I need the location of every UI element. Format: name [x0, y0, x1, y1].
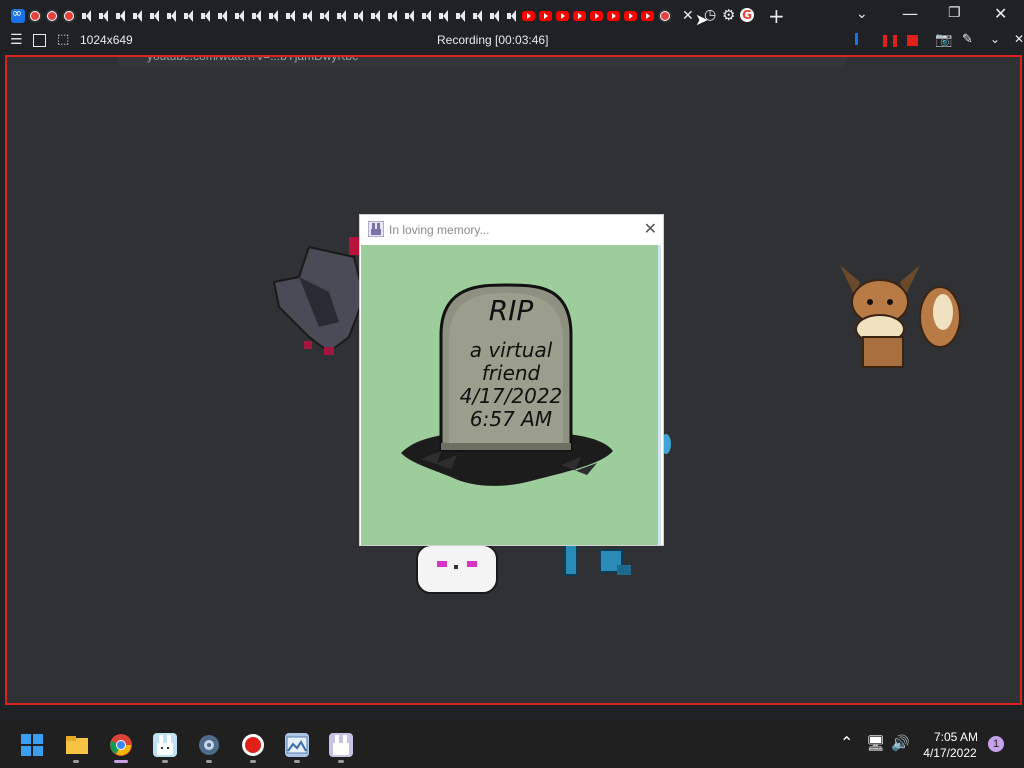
tab-audio-icon[interactable]: [473, 9, 487, 23]
tab-audio-icon[interactable]: [286, 9, 300, 23]
tab-youtube-icon[interactable]: [539, 11, 552, 21]
blue-creature-sprite: [564, 545, 631, 576]
notification-badge[interactable]: 1: [988, 736, 1004, 752]
minimize-icon[interactable]: —: [902, 4, 918, 23]
tab-youtube-icon[interactable]: [641, 11, 654, 21]
chrome-icon[interactable]: [109, 733, 133, 757]
tab-audio-icon[interactable]: [235, 9, 249, 23]
dark-fox-sprite: [272, 237, 366, 355]
epitaph-line-2: friend: [481, 361, 541, 385]
tab-youtube-icon[interactable]: [522, 11, 535, 21]
taskbar-running-indicator: [162, 760, 168, 763]
more-chevron-icon[interactable]: ⌄: [990, 32, 1000, 46]
settings-icon[interactable]: [197, 733, 221, 757]
tab-audio-icon[interactable]: [490, 9, 504, 23]
memorial-canvas: RIP a virtual friend 4/17/2022 6:57 AM: [361, 245, 661, 545]
taskbar-running-indicator: [338, 760, 344, 763]
tab-favicon-record[interactable]: [62, 9, 76, 23]
tab-audio-icon[interactable]: [456, 9, 470, 23]
tab-audio-icon[interactable]: [269, 9, 283, 23]
taskbar-active-indicator: [114, 760, 128, 763]
tab-audio-icon[interactable]: [405, 9, 419, 23]
tab-favicon-record[interactable]: [28, 9, 42, 23]
epitaph-line-1: a virtual: [469, 338, 553, 362]
popup-title: In loving memory...: [389, 223, 490, 237]
memorial-popup-window[interactable]: In loving memory... ✕ RIP a virtual frie…: [359, 214, 664, 546]
tray-chevron-up-icon[interactable]: ⌃: [840, 733, 853, 752]
tab-favicon-blue[interactable]: [11, 6, 25, 23]
tab-audio-icon[interactable]: [439, 9, 453, 23]
file-explorer-icon[interactable]: [65, 733, 89, 757]
address-bar: youtube.com/watch?v=...bYjamDwyKbc: [117, 57, 847, 67]
tab-youtube-icon[interactable]: [556, 11, 569, 21]
window-close-icon[interactable]: ✕: [994, 4, 1007, 23]
tab-favicon-record[interactable]: [45, 9, 59, 23]
new-tab-icon[interactable]: +: [768, 4, 785, 28]
tab-audio-icon[interactable]: [116, 9, 130, 23]
tab-close-icon[interactable]: ✕: [682, 8, 694, 24]
tab-audio-icon[interactable]: [133, 9, 147, 23]
tab-audio-icon[interactable]: [337, 9, 351, 23]
browser-tab-strip: ✕ ◷ ⚙ G + ⌄ — ❐ ✕ ➤: [0, 0, 1024, 32]
tab-youtube-icon[interactable]: [590, 11, 603, 21]
tab-audio-icon[interactable]: [354, 9, 368, 23]
google-icon[interactable]: G: [740, 8, 754, 22]
pause-icon[interactable]: ❚❚: [880, 33, 900, 47]
taskbar-running-indicator: [206, 760, 212, 763]
chevron-down-icon[interactable]: ⌄: [856, 6, 868, 22]
crop-zoom-icon[interactable]: ⬚: [57, 32, 69, 47]
tab-youtube-icon[interactable]: [573, 11, 586, 21]
start-icon[interactable]: [20, 733, 44, 757]
close-recorder-icon[interactable]: ✕: [1014, 32, 1024, 46]
white-blob-sprite: [416, 545, 498, 594]
tab-youtube-icon[interactable]: [607, 11, 620, 21]
restore-icon[interactable]: ❐: [948, 5, 961, 21]
mouse-cursor-icon: ➤: [695, 10, 709, 29]
eevee-sprite: [840, 265, 961, 368]
tab-audio-icon[interactable]: [422, 9, 436, 23]
tab-audio-icon[interactable]: [388, 9, 402, 23]
tab-youtube-icon[interactable]: [624, 11, 637, 21]
tab-audio-icon[interactable]: [303, 9, 317, 23]
tab-audio-icon[interactable]: [150, 9, 164, 23]
close-icon[interactable]: ✕: [644, 219, 657, 238]
region-icon[interactable]: [33, 34, 46, 47]
bunny-app-icon: [368, 221, 384, 237]
tab-audio-icon[interactable]: [99, 9, 113, 23]
camera-icon[interactable]: 📷: [935, 32, 952, 48]
recording-size-label: 1024x649: [80, 33, 133, 47]
marker-icon: [855, 33, 858, 45]
epitaph-time: 6:57 AM: [469, 407, 553, 431]
tab-audio-icon[interactable]: [167, 9, 181, 23]
tab-audio-icon[interactable]: [371, 9, 385, 23]
stop-icon[interactable]: [907, 35, 918, 46]
volume-icon[interactable]: 🔊: [891, 734, 910, 752]
taskbar-running-indicator: [250, 760, 256, 763]
recorder-toolbar: ☰ ⬚ 1024x649 Recording [00:03:46] ❚❚ 📷 ✎…: [0, 32, 1024, 50]
tab-audio-icon[interactable]: [184, 9, 198, 23]
photos-icon[interactable]: [285, 733, 309, 757]
taskbar-running-indicator: [73, 760, 79, 763]
taskbar-running-indicator: [294, 760, 300, 763]
network-icon[interactable]: 🖥: [866, 734, 885, 752]
clock-date[interactable]: 4/17/2022: [922, 746, 978, 760]
recording-status: Recording [00:03:46]: [437, 33, 549, 47]
pencil-icon[interactable]: ✎: [962, 32, 973, 47]
epitaph-date: 4/17/2022: [459, 384, 563, 408]
tab-audio-icon[interactable]: [252, 9, 266, 23]
clock-time[interactable]: 7:05 AM: [931, 730, 981, 744]
tab-audio-icon[interactable]: [82, 9, 96, 23]
tab-favicon-record[interactable]: [658, 9, 672, 23]
tab-audio-icon[interactable]: [218, 9, 232, 23]
tab-audio-icon[interactable]: [320, 9, 334, 23]
epitaph-heading: RIP: [488, 294, 534, 327]
gear-icon[interactable]: ⚙: [722, 6, 735, 24]
bunny-app-icon[interactable]: [153, 733, 177, 757]
tab-audio-icon[interactable]: [507, 9, 521, 23]
menu-icon[interactable]: ☰: [10, 32, 23, 48]
tab-audio-icon[interactable]: [201, 9, 215, 23]
bunny-app-2-icon[interactable]: [329, 733, 353, 757]
recorder-icon[interactable]: [241, 733, 265, 757]
